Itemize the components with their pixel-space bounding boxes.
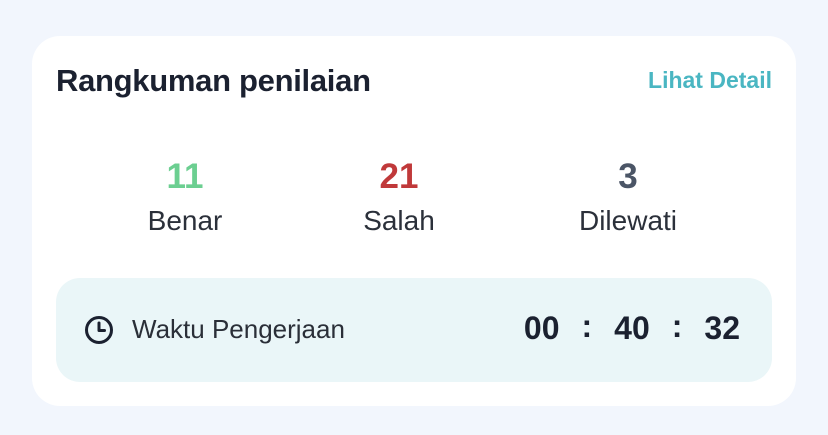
clock-icon — [85, 316, 113, 344]
timer-seconds: 32 — [704, 310, 740, 346]
work-time-value: 00 : 40 : 32 — [523, 308, 740, 347]
stat-wrong: 21 Salah — [299, 157, 499, 237]
assessment-summary-card: Rangkuman penilaian Lihat Detail 11 Bena… — [32, 36, 796, 406]
wrong-label: Salah — [363, 205, 435, 236]
summary-title: Rangkuman penilaian — [56, 63, 371, 98]
stat-correct: 11 Benar — [85, 157, 285, 237]
view-detail-link[interactable]: Lihat Detail — [648, 67, 772, 94]
work-time-panel: Waktu Pengerjaan 00 : 40 : 32 — [56, 278, 772, 382]
work-time-label: Waktu Pengerjaan — [132, 314, 345, 344]
skipped-count: 3 — [618, 157, 638, 196]
wrong-count: 21 — [379, 157, 419, 196]
timer-hours: 00 — [523, 310, 560, 346]
timer-separator: : — [671, 308, 683, 344]
stat-skipped: 3 Dilewati — [528, 157, 728, 237]
skipped-label: Dilewati — [578, 205, 678, 236]
timer-separator: : — [581, 308, 593, 344]
timer-minutes: 40 — [614, 310, 650, 346]
correct-count: 11 — [166, 157, 204, 196]
correct-label: Benar — [147, 205, 223, 236]
